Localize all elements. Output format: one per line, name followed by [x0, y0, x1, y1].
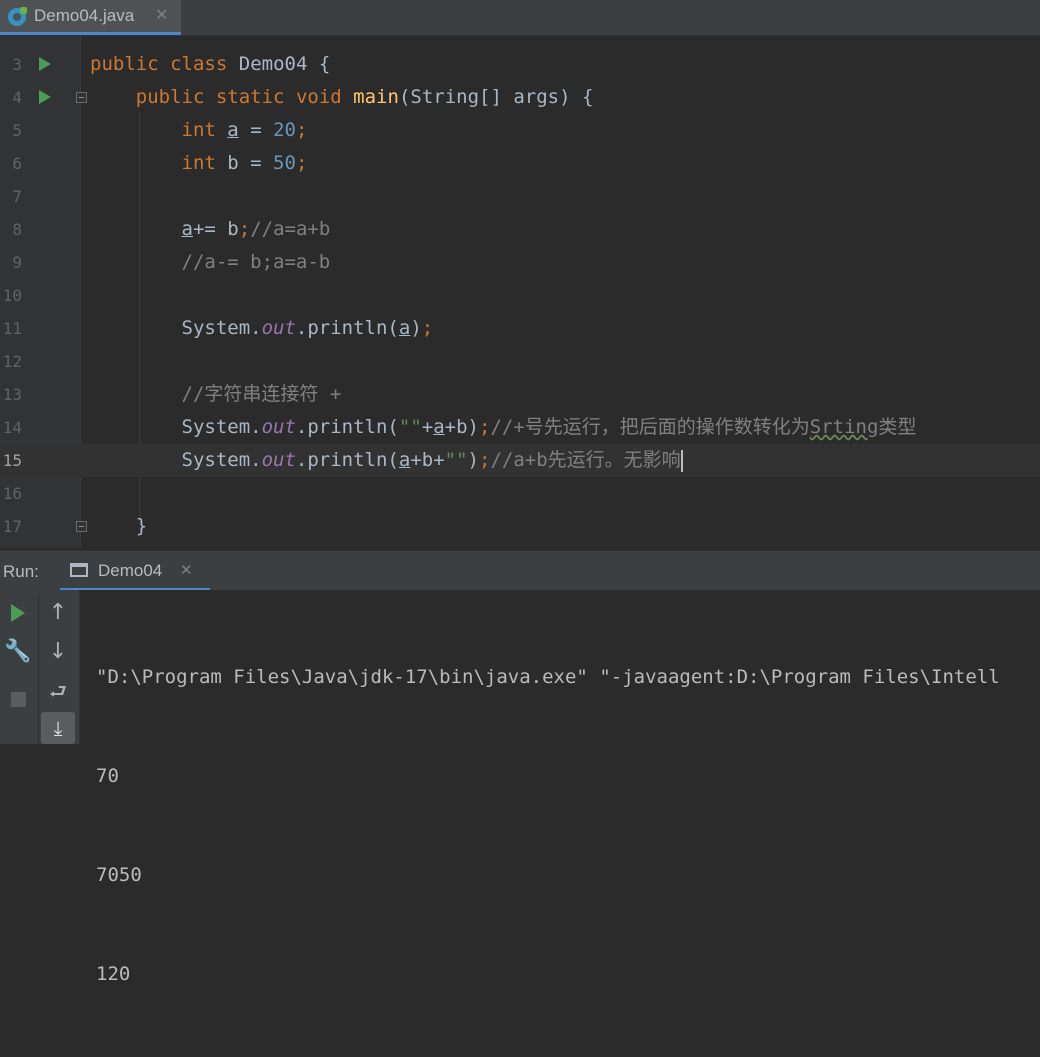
close-icon[interactable]: ✕	[155, 5, 168, 24]
code-line[interactable]: 4 public static void main(String[] args)…	[0, 81, 1040, 114]
code-line[interactable]: 7	[0, 180, 1040, 213]
arrow-down-icon[interactable]: ↓	[43, 637, 73, 667]
text-caret	[680, 449, 683, 472]
line-number: 13	[2, 385, 22, 404]
line-number: 11	[2, 319, 22, 338]
close-icon[interactable]: ✕	[180, 561, 193, 579]
line-number: 8	[12, 220, 22, 239]
console-line: 7050	[96, 864, 142, 886]
console-line: 120	[96, 963, 131, 985]
tab-demo04-java[interactable]: Demo04.java ✕	[0, 0, 181, 35]
arrow-up-icon[interactable]: ↑	[43, 598, 73, 628]
line-number: 17	[2, 517, 22, 536]
line-number: 4	[12, 88, 22, 107]
java-class-icon	[8, 7, 27, 26]
run-console: 🔧 ↑ ↓ ⮐ ⤓ "D:\Program Files\Java\jdk-17\…	[0, 590, 1040, 985]
run-tab-demo04[interactable]: Demo04 ✕	[60, 551, 210, 591]
line-number: 3	[12, 55, 22, 74]
line-number: 14	[2, 418, 22, 437]
code-line[interactable]: 11 System.out.println(a);	[0, 312, 1040, 345]
code-line[interactable]: 12	[0, 345, 1040, 378]
code-line[interactable]: 10	[0, 279, 1040, 312]
run-tool-window-header: Run: Demo04 ✕	[0, 550, 1040, 591]
line-number: 5	[12, 121, 22, 140]
code-line[interactable]: 9 //a-= b;a=a-b	[0, 246, 1040, 279]
tab-filename: Demo04.java	[34, 6, 135, 25]
run-gutter-icon[interactable]	[39, 90, 51, 104]
line-number: 7	[12, 187, 22, 206]
rerun-icon[interactable]	[3, 598, 33, 628]
run-toolbar: 🔧 ↑ ↓ ⮐ ⤓	[0, 590, 80, 744]
fold-icon[interactable]	[76, 92, 87, 103]
code-editor[interactable]: 3 public class Demo04 { 4 public static …	[0, 36, 1040, 548]
line-number: 12	[2, 352, 22, 371]
scroll-to-end-icon[interactable]: ⤓	[41, 712, 75, 744]
code-line[interactable]: 17 }	[0, 510, 1040, 543]
stop-icon[interactable]	[3, 684, 33, 714]
code-line[interactable]: 13 //字符串连接符 +	[0, 378, 1040, 411]
code-line[interactable]: 5 int a = 20;	[0, 114, 1040, 147]
code-line-current[interactable]: 15 System.out.println(a+b+"");//a+b先运行。无…	[0, 444, 1040, 477]
console-line: 70	[96, 765, 119, 787]
code-line[interactable]: 16	[0, 477, 1040, 510]
line-number: 9	[12, 253, 22, 272]
editor-tab-bar: Demo04.java ✕	[0, 0, 1040, 36]
soft-wrap-icon[interactable]: ⮐	[43, 676, 73, 706]
line-number: 16	[2, 484, 22, 503]
run-tab-name: Demo04	[98, 561, 163, 580]
wrench-icon[interactable]: 🔧	[3, 637, 33, 667]
code-line[interactable]: 8 a+= b;//a=a+b	[0, 213, 1040, 246]
run-label: Run:	[3, 562, 39, 581]
line-number: 15	[2, 451, 22, 470]
console-line: "D:\Program Files\Java\jdk-17\bin\java.e…	[96, 666, 1000, 688]
line-number: 6	[12, 154, 22, 173]
run-gutter-icon[interactable]	[39, 57, 51, 71]
code-line[interactable]: 3 public class Demo04 {	[0, 48, 1040, 81]
fold-icon[interactable]	[76, 521, 87, 532]
code-line[interactable]: 6 int b = 50;	[0, 147, 1040, 180]
code-line[interactable]: 14 System.out.println(""+a+b);//+号先运行，把后…	[0, 411, 1040, 444]
line-number: 10	[2, 286, 22, 305]
console-output[interactable]: "D:\Program Files\Java\jdk-17\bin\java.e…	[96, 595, 1000, 1057]
console-icon	[70, 563, 88, 577]
